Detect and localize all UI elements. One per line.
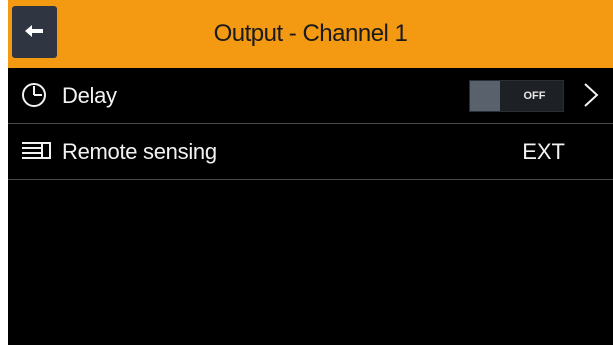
remote-sensing-value: EXT bbox=[522, 139, 565, 164]
chevron-right-icon[interactable] bbox=[583, 82, 599, 108]
screen: Output - Channel 1 Delay OFF Remote sens… bbox=[8, 0, 613, 345]
toggle-state-text: OFF bbox=[523, 90, 546, 102]
remote-sensing-icon bbox=[22, 142, 51, 159]
page-title: Output - Channel 1 bbox=[213, 20, 408, 47]
arrow-left-icon bbox=[25, 25, 43, 37]
header-bar: Output - Channel 1 bbox=[8, 0, 613, 68]
delay-label: Delay bbox=[62, 83, 117, 108]
back-button[interactable] bbox=[12, 6, 57, 58]
clock-icon bbox=[22, 83, 46, 107]
remote-sensing-row[interactable]: Remote sensing EXT bbox=[8, 124, 613, 180]
toggle-knob bbox=[470, 81, 500, 111]
remote-sensing-label: Remote sensing bbox=[62, 139, 217, 164]
delay-row[interactable]: Delay OFF bbox=[8, 68, 613, 124]
delay-toggle[interactable]: OFF bbox=[469, 80, 564, 112]
